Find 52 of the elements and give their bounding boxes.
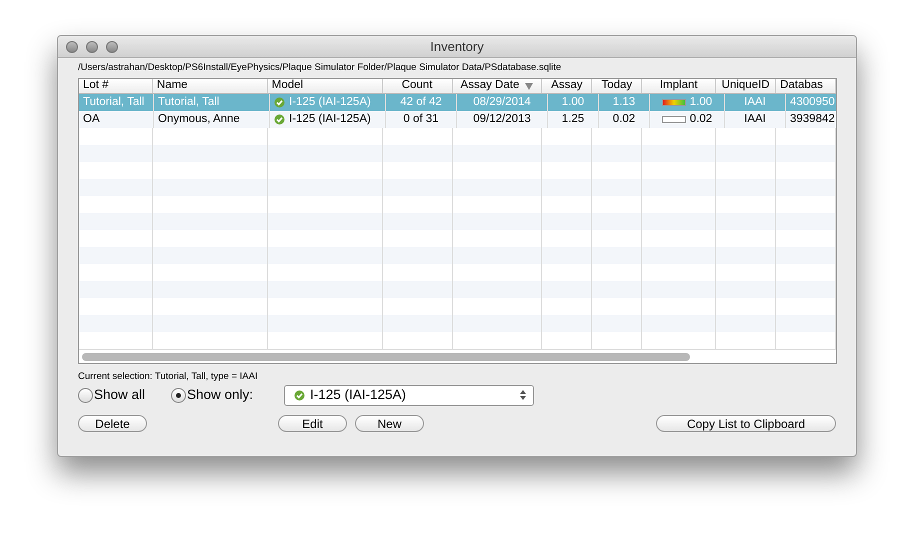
check-icon — [294, 390, 305, 400]
table-cell-text: 1.00 — [562, 94, 584, 110]
column-header[interactable]: Implant — [660, 79, 698, 95]
window-control-icon[interactable] — [106, 40, 118, 52]
column-header[interactable]: Assay — [551, 79, 582, 95]
window-control-icon[interactable] — [66, 40, 78, 52]
column-header[interactable]: Count — [402, 79, 432, 95]
table-cell-text: 0 of 31 — [403, 112, 439, 127]
scrollbar[interactable] — [82, 352, 690, 360]
table-cell-text: OA — [83, 112, 100, 127]
table-cell-text: I-125 (IAI-125A) — [289, 94, 371, 110]
column-header[interactable]: UniqueID — [722, 79, 770, 95]
selection-status: Current selection: Tutorial, Tall, type = IAAI — [77, 370, 259, 384]
table-cell-text: 1.25 — [562, 112, 584, 127]
radio-option[interactable]: Show only: — [171, 384, 282, 406]
sort-arrow-icon — [525, 82, 534, 90]
table-cell-text: 4300950 — [790, 94, 835, 110]
table-row[interactable]: OA Onymous, Anne I-125 (IAI-125A) 0 of 31 09/12/2013 1.25 0.02 0.02 IAAI 3939842 — [79, 111, 836, 128]
radio-option[interactable]: Show all — [78, 384, 171, 406]
action-button[interactable]: Edit — [278, 415, 347, 432]
table-cell-text: 1.00 — [690, 94, 712, 110]
table-cell-text: 08/29/2014 — [473, 94, 531, 110]
window-control-icon[interactable] — [86, 40, 98, 52]
table-cell-text: 42 of 42 — [400, 94, 442, 110]
model-dropdown[interactable]: I-125 (IAI-125A) — [284, 384, 534, 406]
table-cell-text: Tutorial, Tall — [158, 94, 220, 110]
check-icon — [274, 114, 285, 125]
table-cell-text: IAAI — [744, 94, 766, 110]
column-header[interactable]: Databas — [780, 79, 823, 95]
check-icon — [274, 97, 285, 108]
table-cell-text: 0.02 — [612, 112, 636, 127]
table-cell-text: IAAI — [744, 112, 766, 127]
column-header[interactable]: Assay Date — [460, 79, 520, 95]
column-header[interactable]: Name — [156, 79, 188, 95]
file-path: /Users/astrahan/Desktop/PS6Install/EyePhysics/Plaque Simulator Folder/Plaque Simulator Data/PSdatabase.sqlite — [77, 61, 562, 75]
action-button[interactable]: New — [355, 415, 424, 432]
stepper-arrows-icon — [520, 390, 526, 400]
radio-button[interactable] — [171, 388, 186, 402]
table-cell-text: 0.02 — [690, 112, 712, 127]
column-header[interactable]: Today — [601, 79, 632, 95]
radio-button[interactable] — [78, 388, 93, 402]
copy-button[interactable]: Copy List to Clipboard — [656, 415, 836, 432]
table-cell-text: 3939842 — [790, 112, 835, 127]
column-header[interactable]: Model — [272, 79, 304, 95]
table-cell-text: I-125 (IAI-125A) — [289, 112, 371, 127]
table-cell-text: 1.13 — [612, 94, 636, 110]
delete-button[interactable]: Delete — [78, 415, 147, 432]
table-cell-text: Onymous, Anne — [158, 112, 240, 127]
table-cell-text: Tutorial, Tall — [83, 94, 144, 110]
column-header[interactable]: Lot # — [83, 79, 109, 95]
window-title: Inventory — [429, 38, 485, 56]
table-cell-text: 09/12/2013 — [473, 112, 531, 127]
